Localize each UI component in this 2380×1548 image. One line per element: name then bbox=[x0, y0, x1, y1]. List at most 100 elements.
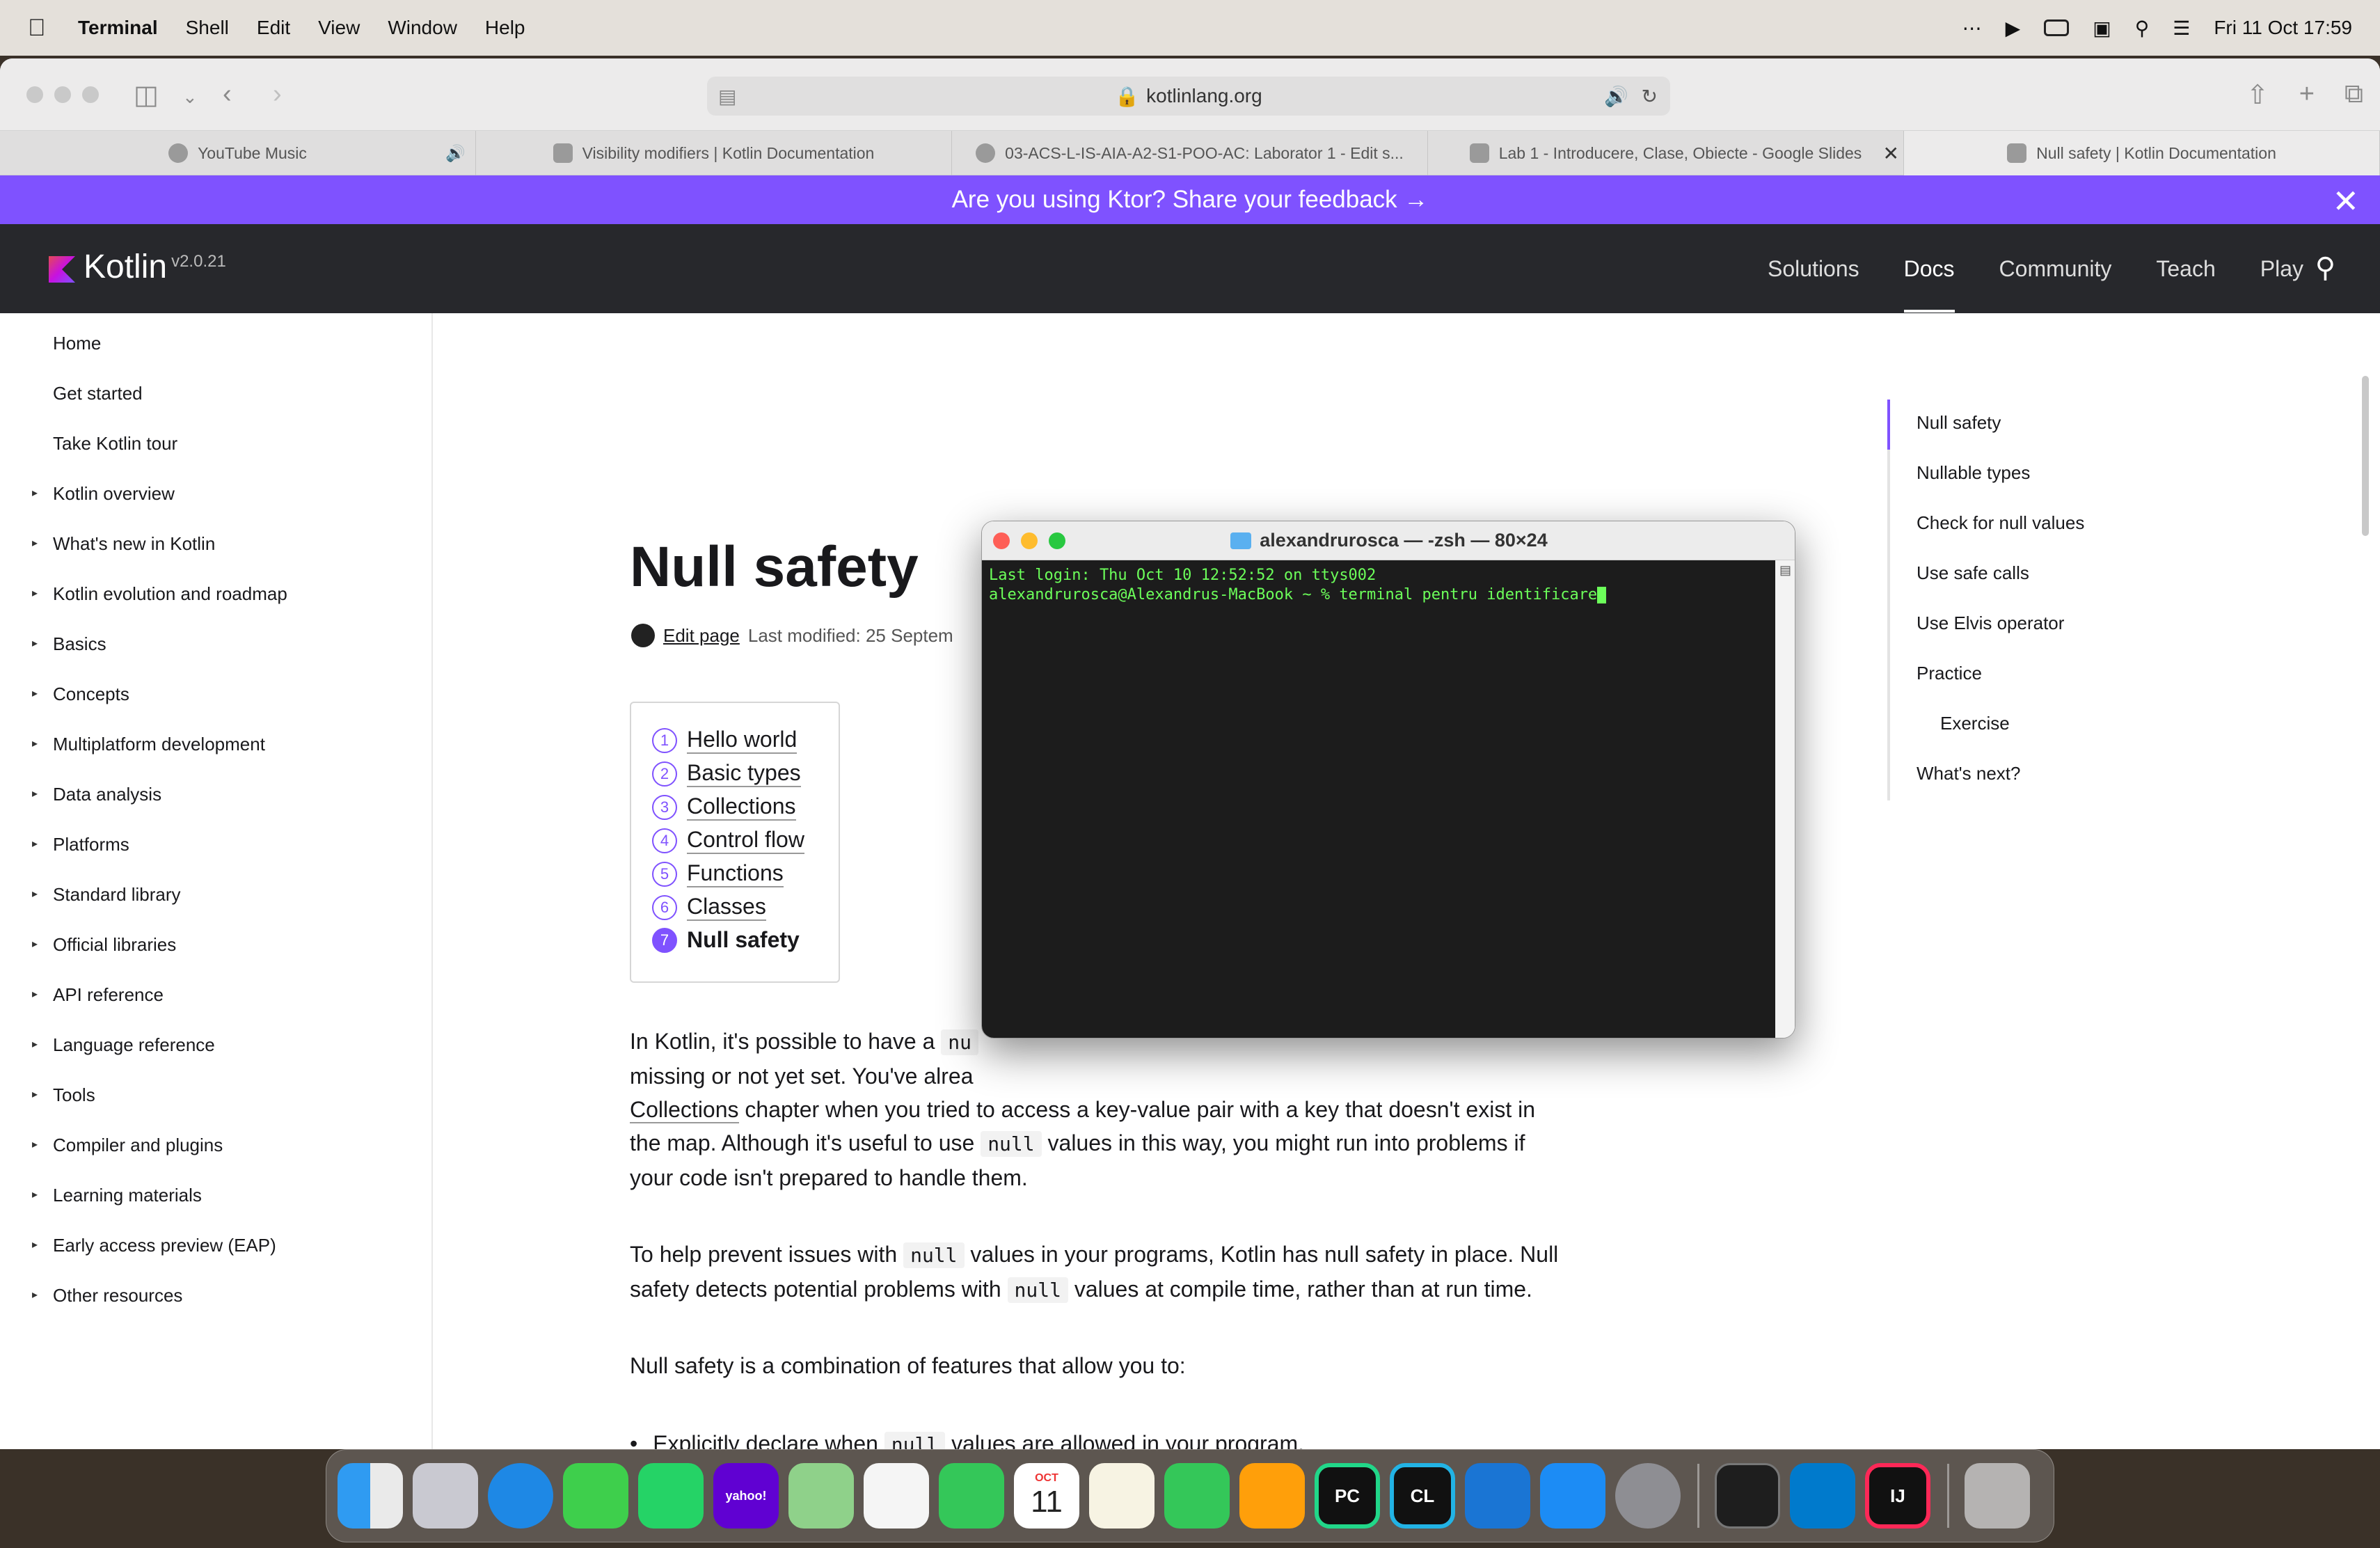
facetime-icon[interactable] bbox=[939, 1463, 1004, 1529]
whatsapp-icon[interactable] bbox=[638, 1463, 704, 1529]
pages-icon[interactable] bbox=[1239, 1463, 1305, 1529]
tour-step-collections[interactable]: 3 Collections bbox=[652, 793, 796, 821]
tab-google-slides[interactable]: Lab 1 - Introducere, Clase, Obiecte - Go… bbox=[1428, 131, 1904, 175]
tour-step-classes[interactable]: 6 Classes bbox=[652, 894, 766, 921]
toc-check-null[interactable]: Check for null values bbox=[1917, 512, 2084, 534]
expand-icon[interactable]: ▸ bbox=[32, 887, 38, 901]
menu-view[interactable]: View bbox=[318, 17, 360, 39]
maps-icon[interactable] bbox=[788, 1463, 854, 1529]
audio-icon[interactable]: 🔊 bbox=[445, 144, 466, 163]
expand-icon[interactable]: ▸ bbox=[32, 787, 38, 800]
play-icon[interactable]: ▶ bbox=[2006, 17, 2021, 40]
sidebar-item-learning-materials[interactable]: ▸ Learning materials bbox=[32, 1185, 202, 1206]
reload-icon[interactable]: ↻ bbox=[1642, 85, 1658, 108]
page-scrollbar[interactable] bbox=[2362, 376, 2369, 536]
tour-step-basic-types[interactable]: 2 Basic types bbox=[652, 760, 801, 787]
terminal-output[interactable]: Last login: Thu Oct 10 12:52:52 on ttys0… bbox=[982, 560, 1775, 1038]
expand-icon[interactable]: ▸ bbox=[32, 1037, 38, 1051]
expand-icon[interactable]: ▸ bbox=[32, 1288, 38, 1302]
vscode-icon[interactable] bbox=[1790, 1463, 1855, 1529]
tab-overview-icon[interactable]: ⧉ bbox=[2345, 79, 2363, 109]
xcode-icon[interactable] bbox=[1465, 1463, 1530, 1529]
app-store-icon[interactable] bbox=[1540, 1463, 1605, 1529]
nav-docs[interactable]: Docs bbox=[1903, 226, 1955, 313]
nav-solutions[interactable]: Solutions bbox=[1768, 256, 1859, 282]
toc-null-safety[interactable]: Null safety bbox=[1917, 412, 2001, 434]
expand-icon[interactable]: ▸ bbox=[32, 837, 38, 851]
tab-laborator[interactable]: 03-ACS-L-IS-AIA-A2-S1-POO-AC: Laborator … bbox=[952, 131, 1428, 175]
intellij-icon[interactable]: IJ bbox=[1865, 1463, 1930, 1529]
terminal-titlebar[interactable]: alexandrurosca — -zsh — 80×24 bbox=[982, 521, 1795, 560]
minimize-window-button[interactable] bbox=[1021, 532, 1038, 549]
toc-practice[interactable]: Practice bbox=[1917, 663, 1982, 684]
menu-shell[interactable]: Shell bbox=[186, 17, 229, 39]
sidebar-item-whats-new[interactable]: ▸ What's new in Kotlin bbox=[32, 533, 215, 555]
sidebar-item-data-analysis[interactable]: ▸ Data analysis bbox=[32, 784, 161, 805]
notes-icon[interactable] bbox=[1089, 1463, 1155, 1529]
toc-elvis[interactable]: Use Elvis operator bbox=[1917, 613, 2064, 634]
forward-icon[interactable]: › bbox=[273, 79, 282, 109]
sidebar-item-kotlin-tour[interactable]: Take Kotlin tour bbox=[53, 433, 177, 455]
numbers-icon[interactable] bbox=[1164, 1463, 1230, 1529]
version-label[interactable]: v2.0.21 bbox=[171, 252, 226, 271]
screen-mirroring-icon[interactable]: ▣ bbox=[2093, 17, 2111, 40]
nav-play[interactable]: Play bbox=[2260, 256, 2303, 282]
share-icon[interactable]: ⇧ bbox=[2246, 79, 2269, 111]
battery-icon[interactable] bbox=[2044, 19, 2070, 36]
expand-icon[interactable]: ▸ bbox=[32, 937, 38, 951]
address-bar[interactable]: ▤ 🔒 kotlinlang.org 🔊 ↻ bbox=[707, 77, 1670, 116]
sidebar-item-basics[interactable]: ▸ Basics bbox=[32, 633, 106, 655]
tab-visibility-modifiers[interactable]: Visibility modifiers | Kotlin Documentat… bbox=[476, 131, 952, 175]
control-center-icon[interactable]: ☰ bbox=[2173, 17, 2190, 40]
tour-step-null-safety[interactable]: 7 Null safety bbox=[652, 927, 800, 953]
dots-icon[interactable]: ⋯ bbox=[1962, 17, 1982, 40]
audio-icon[interactable]: 🔊 bbox=[1604, 85, 1628, 108]
nav-community[interactable]: Community bbox=[1999, 256, 2112, 282]
sidebar-toggle-icon[interactable]: ◫ bbox=[134, 79, 159, 111]
sidebar-item-platforms[interactable]: ▸ Platforms bbox=[32, 834, 129, 855]
sidebar-item-concepts[interactable]: ▸ Concepts bbox=[32, 684, 129, 705]
github-icon[interactable] bbox=[631, 624, 655, 647]
kotlin-logo[interactable]: Kotlin v2.0.21 bbox=[49, 248, 226, 286]
sidebar-item-compiler[interactable]: ▸ Compiler and plugins bbox=[32, 1135, 223, 1156]
menu-app-name[interactable]: Terminal bbox=[78, 17, 158, 39]
sidebar-item-official-libraries[interactable]: ▸ Official libraries bbox=[32, 934, 176, 956]
edit-page-link[interactable]: Edit page bbox=[663, 625, 740, 647]
sidebar-item-tools[interactable]: ▸ Tools bbox=[32, 1084, 95, 1106]
expand-icon[interactable]: ▸ bbox=[32, 636, 38, 650]
system-settings-icon[interactable] bbox=[1615, 1463, 1681, 1529]
menu-help[interactable]: Help bbox=[485, 17, 525, 39]
back-icon[interactable]: ‹ bbox=[223, 79, 232, 109]
expand-icon[interactable]: ▸ bbox=[32, 736, 38, 750]
menu-edit[interactable]: Edit bbox=[257, 17, 290, 39]
close-icon[interactable]: ✕ bbox=[2332, 182, 2359, 220]
clion-icon[interactable]: CL bbox=[1390, 1463, 1455, 1529]
sidebar-item-multiplatform[interactable]: ▸ Multiplatform development bbox=[32, 734, 265, 755]
expand-icon[interactable]: ▸ bbox=[32, 486, 38, 500]
sidebar-item-kotlin-overview[interactable]: ▸ Kotlin overview bbox=[32, 483, 175, 505]
expand-icon[interactable]: ▸ bbox=[32, 586, 38, 600]
sidebar-item-eap[interactable]: ▸ Early access preview (EAP) bbox=[32, 1235, 276, 1256]
banner-text[interactable]: Are you using Ktor? Share your feedback … bbox=[952, 186, 1429, 214]
nav-teach[interactable]: Teach bbox=[2156, 256, 2215, 282]
toc-exercise[interactable]: Exercise bbox=[1940, 713, 2010, 734]
minimize-window-button[interactable] bbox=[54, 86, 71, 103]
zoom-window-button[interactable] bbox=[1049, 532, 1065, 549]
chevron-down-icon[interactable]: ⌄ bbox=[182, 86, 198, 108]
sidebar-item-home[interactable]: Home bbox=[53, 333, 101, 354]
sidebar-item-api-reference[interactable]: ▸ API reference bbox=[32, 984, 164, 1006]
new-tab-icon[interactable]: + bbox=[2299, 79, 2315, 109]
pycharm-icon[interactable]: PC bbox=[1315, 1463, 1380, 1529]
sidebar-item-evolution[interactable]: ▸ Kotlin evolution and roadmap bbox=[32, 583, 287, 605]
tour-step-functions[interactable]: 5 Functions bbox=[652, 860, 784, 887]
spotlight-icon[interactable]: ⚲ bbox=[2135, 17, 2150, 40]
tour-step-hello-world[interactable]: 1 Hello world bbox=[652, 727, 798, 754]
menu-window[interactable]: Window bbox=[388, 17, 457, 39]
photos-icon[interactable] bbox=[864, 1463, 929, 1529]
zoom-window-button[interactable] bbox=[82, 86, 99, 103]
toc-nullable-types[interactable]: Nullable types bbox=[1917, 462, 2030, 484]
toc-whats-next[interactable]: What's next? bbox=[1917, 763, 2020, 784]
close-window-button[interactable] bbox=[993, 532, 1010, 549]
tab-youtube-music[interactable]: YouTube Music 🔊 bbox=[0, 131, 476, 175]
terminal-icon[interactable] bbox=[1715, 1463, 1780, 1529]
